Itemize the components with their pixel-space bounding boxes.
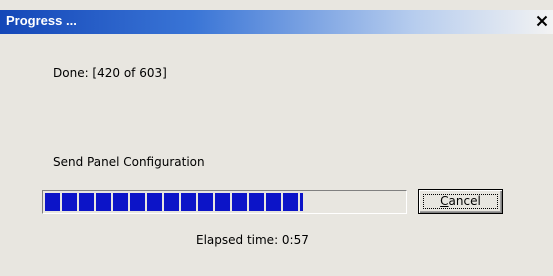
current-step-label: Send Panel Configuration (53, 155, 205, 169)
progress-track (45, 193, 404, 211)
cancel-mnemonic: C (440, 194, 449, 208)
cancel-label-rest: ancel (448, 194, 481, 208)
cancel-button-label: Cancel (419, 194, 502, 208)
progress-dialog: Progress ... Done: [420 of 603] Send Pan… (0, 0, 553, 276)
progress-bar (42, 190, 407, 214)
window-title: Progress ... (6, 13, 77, 28)
progress-fill (45, 193, 304, 211)
close-icon (536, 15, 548, 27)
close-button[interactable] (534, 13, 550, 29)
elapsed-time-label: Elapsed time: 0:57 (196, 233, 309, 247)
done-count-label: Done: [420 of 603] (53, 66, 167, 80)
cancel-button[interactable]: Cancel (418, 189, 503, 214)
title-bar: Progress ... (0, 10, 553, 34)
